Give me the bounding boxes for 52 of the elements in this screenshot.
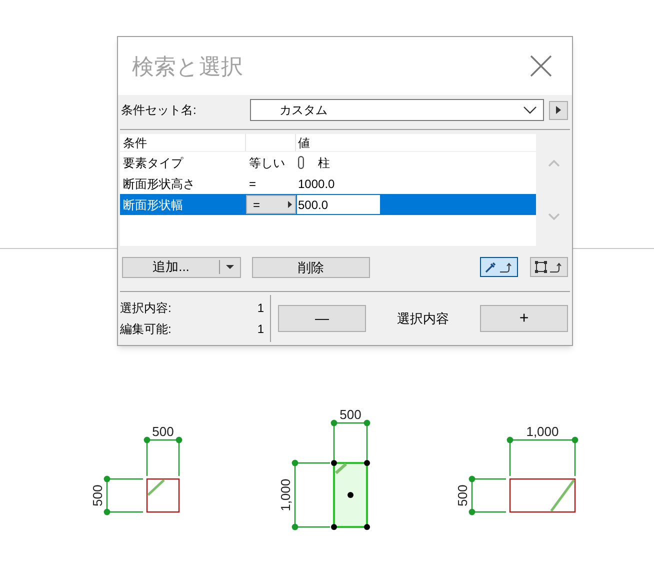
close-icon[interactable] [530,55,552,77]
caret-icon [226,265,234,269]
marquee-tool-button[interactable] [530,257,568,277]
operator-cell-text: 等しい [248,154,286,172]
dimension-label: 500 [455,484,470,506]
add-button[interactable]: 追加... [122,256,241,278]
criteria-row[interactable]: 要素タイプ 等しい 柱 [120,152,536,173]
triangle-right-icon [288,201,292,208]
selection-label: 選択内容 [396,310,450,328]
summary-label: 編集可能: [120,321,172,338]
criteria-row[interactable]: 断面形状高さ = 1000.0 [120,173,536,194]
dropdown-value: カスタム [279,102,328,119]
hook-arrow-icon [550,262,563,272]
width-dimension [330,420,370,460]
summary-label: 選択内容: [120,300,172,317]
select-button[interactable]: + [480,305,568,332]
criterion-cell-text: 断面形状高さ [122,176,196,192]
pick-tool-button[interactable] [480,257,518,277]
dimension-label: 1,000 [278,478,293,512]
value-cell-text: 柱 [318,154,330,172]
deselect-button[interactable]: — [278,305,366,332]
value-input[interactable]: 500.0 [297,195,380,214]
summary-count: 1 [257,300,264,317]
chevron-down-icon [523,106,538,114]
value-cell-text: 1000.0 [298,176,335,192]
marquee-icon [535,261,547,273]
height-dimension [468,476,506,516]
operator-dropdown[interactable]: = [246,195,296,214]
column-icon [298,156,304,169]
triangle-right-icon [556,106,562,114]
criteria-set-dropdown[interactable]: カスタム [250,99,544,121]
expand-button[interactable] [549,100,568,120]
criterion-cell-text: 要素タイプ [122,154,184,172]
summary-count: 1 [257,321,264,338]
hook-arrow-icon [500,262,513,272]
dimension-label: 500 [152,424,174,439]
dimension-label: 500 [90,484,105,506]
operator-cell-text: = [248,176,258,192]
window-title: 検索と選択 [132,52,243,80]
criteria-row[interactable]: 断面形状幅 = 500.0 [120,194,536,215]
eyedropper-icon [485,261,497,273]
width-dimension [506,436,578,476]
height-dimension [104,476,143,516]
dimension-label: 500 [340,407,362,422]
column-header: 条件 [120,134,246,151]
column-header: 値 [297,135,310,151]
field-label: 条件セット名: [121,102,198,119]
delete-button[interactable]: 削除 [252,256,370,278]
dimension-label: 1,000 [526,424,559,439]
height-dimension [292,460,330,530]
criterion-cell-text: 断面形状幅 [122,196,184,214]
width-dimension [144,436,182,476]
